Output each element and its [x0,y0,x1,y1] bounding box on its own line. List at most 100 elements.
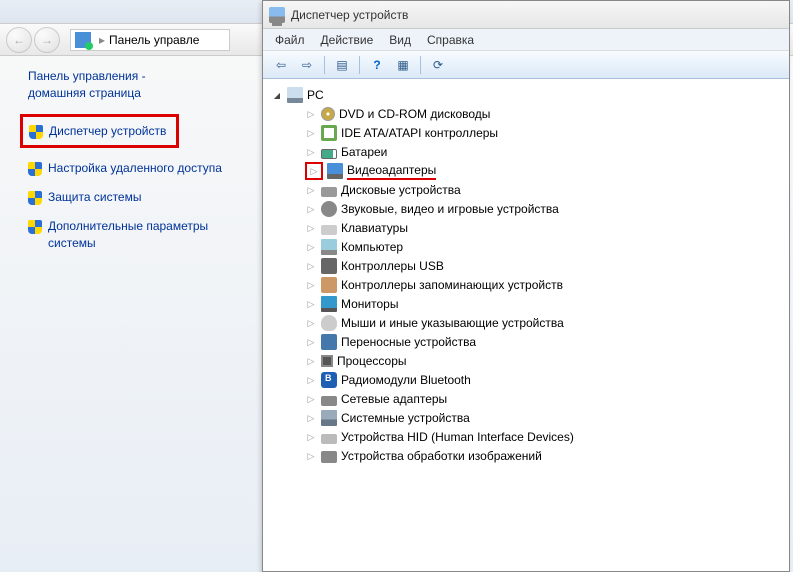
ide-icon [321,125,337,141]
nav-back-button[interactable]: ← [6,27,32,53]
disc-icon [321,107,335,121]
sidebar-item-label: Защита системы [48,189,141,206]
expand-arrow-icon[interactable] [305,431,317,443]
expand-arrow-icon[interactable] [308,165,320,177]
expand-arrow-icon[interactable] [305,355,317,367]
expand-arrow-icon[interactable] [305,241,317,253]
device-category-node[interactable]: Сетевые адаптеры [301,390,785,408]
battery-icon [321,149,337,159]
device-category-node[interactable]: Переносные устройства [301,333,785,351]
expand-arrow-icon[interactable] [305,222,317,234]
toolbar-separator [324,56,325,74]
expand-arrow-icon[interactable] [305,127,317,139]
device-category-label: Видеоадаптеры [347,163,436,180]
device-category-node[interactable]: Видеоадаптеры [301,162,785,180]
tree-root-node[interactable]: PC [267,86,785,104]
device-category-node[interactable]: Компьютер [301,238,785,256]
device-manager-titlebar: Диспетчер устройств [263,1,789,29]
menubar: Файл Действие Вид Справка [263,29,789,51]
menu-action[interactable]: Действие [313,31,382,49]
device-category-label: Компьютер [341,240,403,254]
device-tree[interactable]: PC DVD и CD-ROM дисководыIDE ATA/ATAPI к… [263,79,789,571]
input-icon [321,225,337,235]
arrow-left-icon: ← [13,33,25,47]
toolbar-scan-button[interactable]: ▦ [391,54,415,76]
expand-arrow-icon[interactable] [305,203,317,215]
device-category-node[interactable]: Звуковые, видео и игровые устройства [301,200,785,218]
scan-icon: ▦ [397,58,408,72]
net-icon [321,396,337,406]
toolbar-forward-button[interactable]: ⇨ [295,54,319,76]
breadcrumb-separator: ▸ [99,33,105,47]
expand-arrow-icon[interactable] [305,336,317,348]
device-category-node[interactable]: Устройства обработки изображений [301,447,785,465]
sidebar-item-label: Диспетчер устройств [49,123,166,140]
expand-arrow-icon[interactable] [305,317,317,329]
toolbar-back-button[interactable]: ⇦ [269,54,293,76]
device-category-label: Мониторы [341,297,398,311]
toolbar-separator [359,56,360,74]
help-icon: ? [373,58,380,72]
device-category-label: Звуковые, видео и игровые устройства [341,202,559,216]
video-icon [327,163,343,179]
properties-icon: ▤ [336,58,347,72]
expand-arrow-icon[interactable] [305,184,317,196]
expand-arrow-icon[interactable] [305,374,317,386]
toolbar-properties-button[interactable]: ▤ [330,54,354,76]
toolbar-refresh-button[interactable]: ⟳ [426,54,450,76]
device-category-node[interactable]: IDE ATA/ATAPI контроллеры [301,124,785,142]
device-category-label: Переносные устройства [341,335,476,349]
expand-arrow-icon[interactable] [271,89,283,101]
device-category-node[interactable]: Радиомодули Bluetooth [301,371,785,389]
sidebar-item-label: Дополнительные параметры системы [48,218,228,252]
device-category-label: Клавиатуры [341,221,408,235]
breadcrumb[interactable]: ▸ Панель управле [70,29,230,51]
expand-arrow-icon[interactable] [305,108,317,120]
toolbar: ⇦ ⇨ ▤ ? ▦ ⟳ [263,51,789,79]
toolbar-separator [420,56,421,74]
disk-icon [321,187,337,197]
arrow-right-icon: ⇨ [302,58,312,72]
toolbar-help-button[interactable]: ? [365,54,389,76]
menu-help[interactable]: Справка [419,31,482,49]
monitor-icon [321,296,337,312]
device-category-node[interactable]: Процессоры [301,352,785,370]
sound-icon [321,201,337,217]
nav-forward-button[interactable]: → [34,27,60,53]
image-icon [321,451,337,463]
device-category-label: Батареи [341,145,387,159]
device-category-node[interactable]: Контроллеры запоминающих устройств [301,276,785,294]
device-category-node[interactable]: Мыши и иные указывающие устройства [301,314,785,332]
computer-icon [287,87,303,103]
device-category-node[interactable]: Системные устройства [301,409,785,427]
device-manager-title: Диспетчер устройств [291,8,408,22]
device-category-label: Процессоры [337,354,407,368]
device-manager-icon [269,7,285,23]
expand-arrow-icon[interactable] [305,450,317,462]
device-category-node[interactable]: Клавиатуры [301,219,785,237]
device-category-node[interactable]: Дисковые устройства [301,181,785,199]
device-category-node[interactable]: Батареи [301,143,785,161]
expand-arrow-icon[interactable] [305,412,317,424]
shield-icon [28,162,42,176]
usb-icon [321,258,337,274]
sidebar-item[interactable]: Диспетчер устройств [20,114,179,149]
device-category-node[interactable]: DVD и CD-ROM дисководы [301,105,785,123]
device-category-label: Сетевые адаптеры [341,392,447,406]
expand-arrow-icon[interactable] [305,298,317,310]
expand-arrow-icon[interactable] [305,393,317,405]
expand-arrow-icon[interactable] [305,279,317,291]
mouse-icon [321,315,337,331]
expand-arrow-icon[interactable] [305,260,317,272]
tree-root-label: PC [307,88,324,102]
portable-icon [321,334,337,350]
device-category-node[interactable]: Мониторы [301,295,785,313]
device-category-node[interactable]: Устройства HID (Human Interface Devices) [301,428,785,446]
breadcrumb-label: Панель управле [109,33,199,47]
expand-arrow-icon[interactable] [305,146,317,158]
menu-view[interactable]: Вид [381,31,419,49]
comp-icon [321,239,337,255]
menu-file[interactable]: Файл [267,31,313,49]
device-category-node[interactable]: Контроллеры USB [301,257,785,275]
bt-icon [321,372,337,388]
